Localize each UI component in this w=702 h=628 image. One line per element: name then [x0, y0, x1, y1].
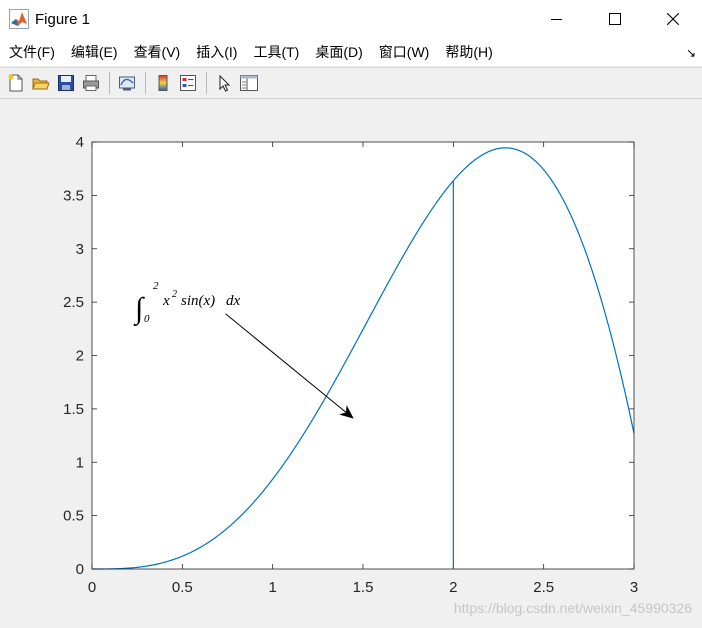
maximize-button[interactable]	[586, 0, 644, 38]
print-button[interactable]	[79, 71, 102, 95]
save-icon	[57, 75, 74, 91]
property-inspector-button[interactable]	[237, 71, 260, 95]
open-file-button[interactable]	[29, 71, 52, 95]
print-icon	[82, 75, 99, 91]
save-button[interactable]	[54, 71, 77, 95]
watermark: https://blog.csdn.net/weixin_45990326	[454, 600, 692, 616]
minimize-icon	[551, 19, 562, 20]
link-plot-icon	[118, 76, 135, 91]
y-tick-labels: 0 0.5 1 1.5 2 2.5 3 3.5 4	[63, 134, 84, 578]
y-tick-label: 1	[76, 454, 84, 471]
dock-arrow-icon[interactable]: ↘	[686, 46, 696, 60]
x-tick-labels: 0 0.5 1 1.5 2 2.5 3	[88, 579, 638, 596]
menu-edit[interactable]: 编辑(E)	[63, 42, 126, 62]
matlab-icon	[9, 9, 29, 29]
new-figure-icon	[8, 74, 22, 92]
edit-plot-button[interactable]	[212, 71, 235, 95]
window-controls	[528, 0, 702, 38]
y-tick-label: 0	[76, 561, 84, 578]
y-tick-label: 0.5	[63, 508, 84, 525]
maximize-icon	[609, 13, 621, 25]
integrand-sin: sin(x)	[181, 293, 215, 309]
menu-view[interactable]: 查看(V)	[126, 42, 189, 62]
menu-tools[interactable]: 工具(T)	[245, 42, 307, 62]
figure-toolbar	[0, 67, 702, 99]
minimize-button[interactable]	[528, 0, 586, 38]
title-bar: Figure 1	[0, 0, 702, 38]
new-figure-button[interactable]	[4, 71, 27, 95]
figure-window: Figure 1 文件(F) 编辑(E) 查看(V) 插入(I) 工具(T) 桌…	[0, 0, 702, 628]
integral-upper: 2	[153, 280, 159, 292]
axes-background	[92, 142, 634, 569]
x-tick-label: 2	[449, 579, 457, 596]
menu-file[interactable]: 文件(F)	[0, 42, 63, 62]
y-tick-label: 1.5	[63, 401, 84, 418]
x-tick-label: 0	[88, 579, 96, 596]
window-title: Figure 1	[35, 10, 91, 28]
menu-desktop[interactable]: 桌面(D)	[307, 42, 370, 62]
insert-colorbar-icon	[158, 75, 167, 91]
property-inspector-icon	[239, 75, 258, 91]
integrand-x: x	[162, 293, 170, 309]
y-tick-label: 4	[76, 134, 84, 151]
menu-bar: 文件(F) 编辑(E) 查看(V) 插入(I) 工具(T) 桌面(D) 窗口(W…	[0, 38, 702, 66]
x-tick-label: 0.5	[172, 579, 193, 596]
integral-lower: 0	[144, 313, 150, 325]
x-tick-label: 1.5	[353, 579, 374, 596]
close-icon	[667, 13, 679, 25]
link-plot-button[interactable]	[115, 71, 138, 95]
integrand-dx: dx	[226, 293, 241, 309]
insert-colorbar-button[interactable]	[151, 71, 174, 95]
toolbar-separator	[109, 72, 110, 94]
x-tick-label: 3	[630, 579, 638, 596]
menu-window[interactable]: 窗口(W)	[371, 42, 438, 62]
y-tick-label: 3	[76, 241, 84, 258]
toolbar-separator	[206, 72, 207, 94]
x-tick-label: 1	[268, 579, 276, 596]
menu-help[interactable]: 帮助(H)	[437, 42, 500, 62]
integrand-exponent: 2	[172, 289, 177, 300]
y-tick-label: 3.5	[63, 187, 84, 204]
insert-legend-button[interactable]	[176, 71, 199, 95]
edit-plot-arrow-icon	[219, 74, 230, 92]
y-tick-label: 2	[76, 348, 84, 365]
figure-canvas: 0 0.5 1 1.5 2 2.5 3 00.511.522.533.54 ∫ 2 0 x …	[63, 134, 692, 616]
x-tick-label: 2.5	[533, 579, 554, 596]
open-file-icon	[31, 78, 50, 90]
insert-legend-icon	[179, 75, 196, 91]
menu-insert[interactable]: 插入(I)	[188, 42, 245, 62]
close-button[interactable]	[644, 0, 702, 38]
toolbar-separator	[145, 72, 146, 94]
y-tick-label: 2.5	[63, 294, 84, 311]
